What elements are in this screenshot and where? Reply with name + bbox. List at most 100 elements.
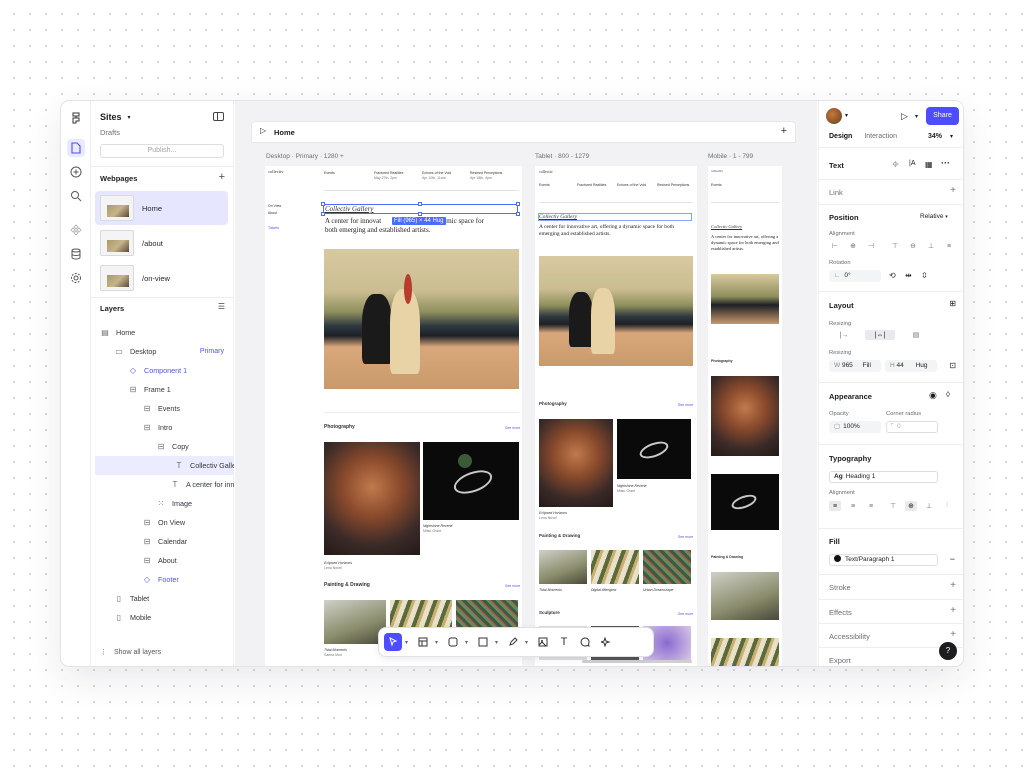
- avatar[interactable]: [826, 108, 842, 124]
- opacity-field[interactable]: ▢ 100%: [829, 421, 881, 433]
- chevron-down-icon[interactable]: ▾: [495, 639, 501, 646]
- layer-row[interactable]: ⊟ Calendar: [91, 532, 234, 551]
- layout-icon[interactable]: ▦: [925, 160, 933, 169]
- pages-icon[interactable]: [67, 139, 85, 157]
- layer-row-selected[interactable]: T Collectiv Galler: [95, 456, 234, 475]
- settings-icon[interactable]: [67, 269, 85, 287]
- aspect-ratio-icon[interactable]: ⊡: [949, 361, 956, 370]
- tab-design[interactable]: Design: [829, 133, 852, 140]
- chevron-down-icon[interactable]: ▾: [525, 639, 531, 646]
- rectangle-icon[interactable]: [474, 633, 492, 651]
- layer-row[interactable]: ⊟ Events: [91, 399, 234, 418]
- site-switcher[interactable]: Sites ▾: [100, 112, 131, 122]
- layer-row[interactable]: ⊟ Copy: [91, 437, 234, 456]
- tablet-frame[interactable]: collectiv Events Fractured Realities Ech…: [535, 166, 697, 666]
- play-icon[interactable]: ▷: [901, 111, 908, 122]
- publish-button[interactable]: Publish...: [100, 144, 224, 158]
- pen-icon[interactable]: [504, 633, 522, 651]
- nav-about[interactable]: About: [268, 211, 277, 215]
- corner-radius-field[interactable]: ⌜ 0: [886, 421, 938, 433]
- see-more-link[interactable]: See more: [678, 612, 693, 616]
- play-icon[interactable]: ▷: [260, 126, 266, 135]
- page-item-about[interactable]: /about: [95, 226, 228, 260]
- chevron-down-icon[interactable]: ▾: [845, 112, 848, 119]
- rotation-field[interactable]: ∟ 0°: [829, 270, 881, 282]
- flip-icon[interactable]: ⟲: [889, 271, 896, 280]
- nav-on-view[interactable]: On View: [268, 204, 281, 208]
- show-all-layers-button[interactable]: ⋮ Show all layers: [100, 648, 161, 656]
- remove-fill-icon[interactable]: −: [950, 554, 955, 564]
- add-stroke-icon[interactable]: +: [950, 580, 956, 591]
- add-icon[interactable]: [67, 163, 85, 181]
- fill-width-icon[interactable]: |⇔|: [865, 330, 895, 340]
- align-top-icon[interactable]: ⊤: [889, 241, 901, 251]
- add-page-icon[interactable]: +: [219, 171, 225, 183]
- valign-bottom-icon[interactable]: ⊥: [923, 501, 935, 511]
- tablet-frame-label[interactable]: Tablet · 800 - 1279: [535, 153, 589, 160]
- eye-icon[interactable]: ◉: [929, 390, 937, 401]
- layer-row[interactable]: ▯ Tablet: [91, 589, 234, 608]
- layers-options-icon[interactable]: ☰: [218, 302, 225, 311]
- database-icon[interactable]: [67, 245, 85, 263]
- add-link-icon[interactable]: +: [950, 185, 956, 196]
- resize-handle[interactable]: [516, 202, 520, 206]
- typography-icon[interactable]: |A: [909, 160, 916, 167]
- text-align-left-icon[interactable]: ≡: [829, 501, 841, 511]
- align-bottom-icon[interactable]: ⊥: [925, 241, 937, 251]
- logo-icon[interactable]: [67, 109, 85, 127]
- align-left-icon[interactable]: ⊢: [829, 241, 841, 251]
- comment-icon[interactable]: [576, 633, 594, 651]
- nav-tickets[interactable]: Tickets: [268, 226, 279, 230]
- chevron-down-icon[interactable]: ▾: [435, 639, 441, 646]
- share-button[interactable]: Share: [926, 107, 959, 125]
- fill-field[interactable]: Text/Paragraph 1: [829, 554, 938, 566]
- layout-grid-icon[interactable]: ⊞: [949, 299, 956, 308]
- hug-width-icon[interactable]: ▤: [901, 330, 931, 340]
- effects-section[interactable]: Effects +: [819, 599, 963, 623]
- chevron-down-icon[interactable]: ▾: [405, 639, 411, 646]
- flip-horizontal-icon[interactable]: ⇹: [905, 271, 912, 280]
- height-field[interactable]: H 44 Hug: [885, 360, 937, 372]
- valign-top-icon[interactable]: ⊤: [887, 501, 899, 511]
- search-icon[interactable]: [67, 187, 85, 205]
- align-middle-icon[interactable]: ⊖: [907, 241, 919, 251]
- see-more-link[interactable]: See more: [678, 535, 693, 539]
- align-center-icon[interactable]: ⊕: [847, 241, 859, 251]
- distribute-icon[interactable]: ≡: [943, 241, 955, 251]
- layer-row[interactable]: ◇ Footer: [91, 570, 234, 589]
- add-breakpoint-icon[interactable]: +: [781, 125, 787, 137]
- canvas[interactable]: ▷ Home + Desktop · Primary · 1280 + Tabl…: [235, 101, 817, 666]
- help-button[interactable]: ?: [939, 642, 957, 660]
- layer-row[interactable]: ▤ Home: [91, 323, 234, 342]
- see-more-link[interactable]: See more: [678, 403, 693, 407]
- resize-handle[interactable]: [418, 202, 422, 206]
- shape-icon[interactable]: [444, 633, 462, 651]
- valign-middle-icon[interactable]: ⊕: [905, 501, 917, 511]
- resize-handle[interactable]: [321, 212, 325, 216]
- components-icon[interactable]: [67, 221, 85, 239]
- component-icon[interactable]: ✥: [892, 160, 899, 169]
- stroke-section[interactable]: Stroke +: [819, 574, 963, 599]
- drop-icon[interactable]: ◊: [946, 390, 950, 399]
- fixed-width-icon[interactable]: |→: [829, 330, 859, 340]
- mobile-frame-label[interactable]: Mobile · 1 - 799: [708, 153, 753, 160]
- resize-handle[interactable]: [321, 202, 325, 206]
- tab-interaction[interactable]: Interaction: [864, 133, 897, 140]
- layer-row[interactable]: ⊟ On View: [91, 513, 234, 532]
- chevron-down-icon[interactable]: ▾: [465, 639, 471, 646]
- resize-handle[interactable]: [418, 212, 422, 216]
- page-item-home[interactable]: Home: [95, 191, 228, 225]
- frame-icon[interactable]: [414, 633, 432, 651]
- desktop-frame-label[interactable]: Desktop · Primary · 1280 +: [266, 153, 344, 160]
- layer-row[interactable]: ⁙ Image: [91, 494, 234, 513]
- image-icon[interactable]: [534, 633, 552, 651]
- layer-row[interactable]: ⊟ About: [91, 551, 234, 570]
- text-settings-icon[interactable]: ⫶: [941, 501, 953, 511]
- layer-row[interactable]: ◇ Component 1: [91, 361, 234, 380]
- see-more-link[interactable]: See more: [505, 426, 520, 430]
- horizontal-scrollbar[interactable]: [582, 660, 692, 663]
- layer-row[interactable]: ▯ Mobile: [91, 608, 234, 627]
- flip-vertical-icon[interactable]: ⇳: [921, 271, 928, 280]
- see-more-link[interactable]: See more: [505, 584, 520, 588]
- align-right-icon[interactable]: ⊣: [865, 241, 877, 251]
